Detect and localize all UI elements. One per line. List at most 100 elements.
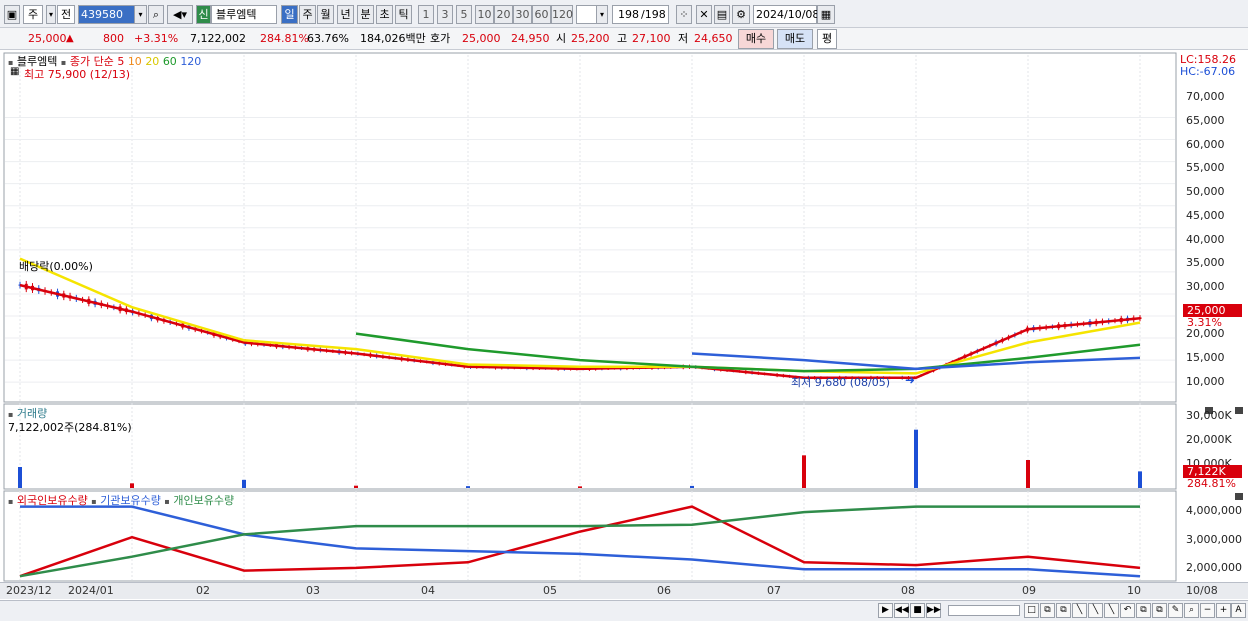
x-axis-bar [0, 582, 1248, 599]
low-label: 저 [678, 32, 689, 45]
price-change-pct: +3.31% [134, 32, 179, 45]
x-label: 02 [196, 584, 210, 597]
x-label: 2024/01 [68, 584, 114, 597]
panel-marker-icon: ▪ [8, 497, 14, 506]
y-tick: 70,000 [1186, 90, 1225, 103]
crosshair-icon[interactable]: ✕ [696, 5, 712, 24]
y-tick: 55,000 [1186, 161, 1225, 174]
interval-30-button[interactable]: 30 [513, 5, 532, 24]
edit-icon[interactable]: ✎ [1168, 603, 1183, 618]
period-day-tab[interactable]: 일 [281, 5, 298, 24]
x-label: 04 [421, 584, 435, 597]
rewind-icon[interactable]: ◀◀ [894, 603, 909, 618]
window-icon[interactable]: ▣ [4, 5, 20, 24]
stock-code-input[interactable]: 439580 [78, 5, 136, 24]
up-triangle-icon: ▲ [66, 33, 74, 44]
holding-y-tick: 2,000,000 [1186, 561, 1242, 574]
speaker-icon[interactable]: ◀▾ [167, 5, 193, 24]
x-label: 05 [543, 584, 557, 597]
x-label: 2023/12 [6, 584, 52, 597]
copy-icon[interactable]: ⧉ [1136, 603, 1151, 618]
y-tick: 30,000 [1186, 280, 1225, 293]
volume-panel [3, 403, 1177, 490]
stock-name-field[interactable]: 블루엠텍 [211, 5, 277, 24]
stock-chart[interactable]: ➜ [0, 51, 1248, 601]
period-tick-tab[interactable]: 틱 [395, 5, 412, 24]
plus-icon[interactable]: + [1216, 603, 1231, 618]
volume-value: 7,122,002 [190, 32, 246, 45]
mode-dropdown-icon[interactable]: ▾ [46, 5, 56, 24]
copy-icon[interactable]: ⧉ [1152, 603, 1167, 618]
y-tick: 50,000 [1186, 185, 1225, 198]
period-minute-tab[interactable]: 분 [357, 5, 374, 24]
copy-icon[interactable]: ⧉ [1056, 603, 1071, 618]
ma120-label: 120 [180, 55, 202, 68]
interval-1-button[interactable]: 1 [418, 5, 434, 24]
save-icon[interactable]: ▤ [714, 5, 730, 24]
high-label: 고 [617, 32, 628, 45]
magnifier-icon[interactable]: ⌕ [1184, 603, 1199, 618]
code-dropdown-icon[interactable]: ▾ [134, 5, 147, 24]
count-total: /198 [641, 5, 669, 24]
volume-bar [1026, 460, 1030, 488]
x-label: 08 [901, 584, 915, 597]
undo-icon[interactable]: ↶ [1120, 603, 1135, 618]
x-label: 06 [657, 584, 671, 597]
custom-interval-input[interactable] [576, 5, 598, 24]
holding-y-tick: 4,000,000 [1186, 504, 1242, 517]
y-tick: 40,000 [1186, 233, 1225, 246]
ma60-label: 60 [162, 55, 177, 68]
low-price: 24,650 [694, 32, 733, 45]
interval-20-button[interactable]: 20 [494, 5, 513, 24]
period-month-tab[interactable]: 월 [317, 5, 334, 24]
bid-label: 호가 [430, 32, 451, 45]
chart-lock-icon[interactable]: ▦ [10, 66, 19, 77]
zoom-slider[interactable] [948, 605, 1020, 616]
turnover-rate: 63.76% [307, 32, 349, 45]
y-tick: 45,000 [1186, 209, 1225, 222]
line-icon[interactable]: ╲ [1104, 603, 1119, 618]
hc-value: HC:-67.06 [1180, 65, 1236, 78]
holding-panel-title: ▪ 외국인보유수량 ▪ 기관보유수량 ▪ 개인보유수량 [8, 492, 234, 508]
prev-button[interactable]: 전 [57, 5, 75, 24]
play-icon[interactable]: ▶ [878, 603, 893, 618]
buy-button[interactable]: 매수 [738, 29, 774, 49]
trade-amount: 184,026백만 [360, 32, 426, 45]
mode-select[interactable]: 주 [23, 5, 43, 24]
stop-icon[interactable]: ■ [910, 603, 925, 618]
interval-120-button[interactable]: 120 [551, 5, 573, 24]
current-price: 25,000 [28, 32, 67, 45]
interval-3-button[interactable]: 3 [437, 5, 453, 24]
count-input[interactable]: 198 [612, 5, 642, 24]
minus-icon[interactable]: − [1200, 603, 1215, 618]
interval-60-button[interactable]: 60 [532, 5, 551, 24]
calendar-icon[interactable]: ▦ [817, 5, 835, 24]
copy-icon[interactable]: ⧉ [1040, 603, 1055, 618]
eval-button[interactable]: 평 [817, 29, 837, 49]
panel-close-icon[interactable] [1235, 407, 1243, 414]
interval-dropdown-icon[interactable]: ▾ [596, 5, 608, 24]
last-pct-tag: 3.31% [1187, 316, 1222, 329]
search-icon[interactable]: ⌕ [148, 5, 164, 24]
period-year-tab[interactable]: 년 [337, 5, 354, 24]
high-price: 27,100 [632, 32, 671, 45]
volume-note: 7,122,002주(284.81%) [8, 421, 132, 434]
institution-title: 기관보유수량 [100, 494, 161, 507]
period-week-tab[interactable]: 주 [299, 5, 316, 24]
period-second-tab[interactable]: 초 [376, 5, 393, 24]
interval-10-button[interactable]: 10 [475, 5, 494, 24]
line-icon[interactable]: ╲ [1088, 603, 1103, 618]
font-icon[interactable]: A [1231, 603, 1246, 618]
panel-close-icon[interactable] [1235, 493, 1243, 500]
x-label: 09 [1022, 584, 1036, 597]
box-icon[interactable]: □ [1024, 603, 1039, 618]
sell-button[interactable]: 매도 [777, 29, 813, 49]
date-input[interactable]: 2024/10/08 [753, 5, 819, 24]
x-label: 07 [767, 584, 781, 597]
dots-icon[interactable]: ⁘ [676, 5, 692, 24]
x-label-current-date: 10/08 [1186, 584, 1218, 597]
line-icon[interactable]: ╲ [1072, 603, 1087, 618]
interval-5-button[interactable]: 5 [456, 5, 472, 24]
fast-forward-icon[interactable]: ▶▶ [926, 603, 941, 618]
gear-icon[interactable]: ⚙ [732, 5, 750, 24]
